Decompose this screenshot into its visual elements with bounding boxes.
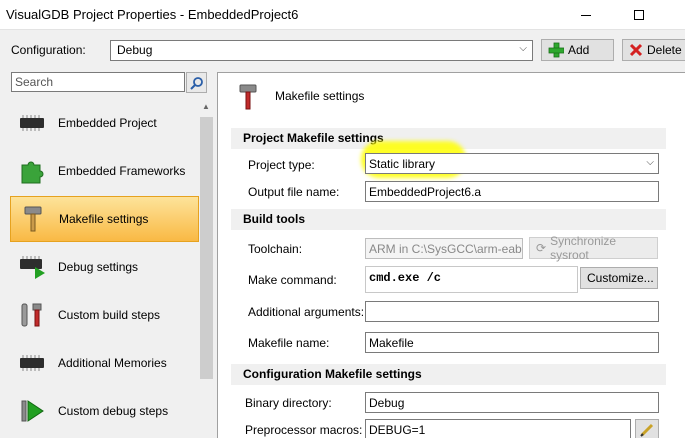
nav-item-label: Custom build steps [58, 308, 161, 322]
nav-item-label: Makefile settings [59, 212, 149, 226]
window-title: VisualGDB Project Properties - EmbeddedP… [6, 7, 299, 22]
nav-item-additional-memories[interactable]: Additional Memories [10, 340, 199, 386]
section-config-makefile: Configuration Makefile settings [231, 364, 666, 385]
settings-panel: Makefile settings Project Makefile setti… [217, 72, 685, 438]
hammer-icon [11, 205, 55, 233]
makefile-name-value: Makefile [369, 336, 414, 350]
additional-args-label: Additional arguments: [248, 305, 365, 319]
puzzle-icon [10, 157, 54, 185]
sync-label: Synchronize sysroot [550, 234, 617, 262]
customize-button[interactable]: Customize... [580, 267, 658, 289]
search-button[interactable] [186, 72, 207, 93]
toolchain-value: ARM in C:\SysGCC\arm-eab [369, 242, 522, 256]
panel-header: Makefile settings [218, 73, 685, 123]
play-icon [10, 397, 54, 425]
settings-nav: Embedded Project Embedded Frameworks Mak… [10, 100, 199, 438]
section-build-tools: Build tools [231, 209, 666, 230]
make-command-value: cmd.exe /c [369, 271, 442, 285]
project-type-label: Project type: [248, 158, 315, 172]
minimize-button[interactable] [563, 0, 609, 30]
toolchain-label: Toolchain: [248, 242, 303, 256]
plus-icon [548, 42, 564, 58]
customize-label: Customize... [587, 271, 654, 285]
toolchain-select[interactable]: ARM in C:\SysGCC\arm-eab [365, 238, 523, 259]
nav-item-embedded-frameworks[interactable]: Embedded Frameworks [10, 148, 199, 194]
maximize-icon [634, 10, 644, 20]
nav-item-label: Custom debug steps [58, 404, 169, 418]
pencil-icon [640, 423, 654, 437]
delete-icon [629, 43, 643, 57]
add-button[interactable]: Add [541, 39, 614, 61]
make-command-input[interactable]: cmd.exe /c [365, 266, 578, 293]
project-type-value: Static library [369, 157, 436, 171]
binary-dir-value: Debug [369, 396, 405, 410]
edit-macros-button[interactable] [635, 419, 659, 438]
delete-label: Delete [647, 43, 682, 57]
output-file-value: EmbeddedProject6.a [369, 185, 482, 199]
search-placeholder: Search [15, 75, 54, 89]
synchronize-sysroot-button[interactable]: ⟳ Synchronize sysroot [529, 234, 658, 262]
chevron-down-icon: ⌵ [519, 43, 527, 54]
search-icon [189, 76, 203, 90]
binary-dir-label: Binary directory: [245, 396, 332, 410]
nav-item-label: Additional Memories [58, 356, 167, 370]
nav-item-makefile-settings[interactable]: Makefile settings [10, 196, 199, 242]
nav-item-debug-settings[interactable]: Debug settings [10, 244, 199, 290]
add-label: Add [568, 43, 590, 57]
nav-item-custom-build-steps[interactable]: Custom build steps [10, 292, 199, 338]
chip-play-icon [10, 255, 54, 279]
panel-title: Makefile settings [275, 89, 365, 103]
configuration-label: Configuration: [11, 43, 86, 57]
search-input[interactable]: Search [11, 72, 185, 92]
scroll-up-icon[interactable]: ▲ [202, 102, 210, 111]
output-file-input[interactable]: EmbeddedProject6.a [365, 181, 659, 202]
project-type-select[interactable]: Static library ⌵ [365, 153, 659, 174]
nav-item-label: Embedded Frameworks [58, 164, 186, 178]
preprocessor-label: Preprocessor macros: [245, 423, 363, 437]
hammer-icon [238, 83, 258, 114]
chip-icon [10, 115, 54, 131]
preprocessor-value: DEBUG=1 [369, 423, 426, 437]
configuration-select[interactable]: Debug ⌵ [110, 40, 533, 61]
makefile-name-label: Makefile name: [248, 336, 330, 350]
nav-scrollbar[interactable]: ▲ [199, 100, 214, 438]
tools-icon [10, 301, 54, 329]
preprocessor-input[interactable]: DEBUG=1 [365, 419, 631, 438]
make-command-label: Make command: [248, 273, 337, 287]
title-bar: VisualGDB Project Properties - EmbeddedP… [0, 0, 685, 30]
chevron-down-icon: ⌵ [646, 157, 654, 168]
nav-item-label: Debug settings [58, 260, 139, 274]
additional-args-input[interactable] [365, 301, 659, 322]
output-file-label: Output file name: [248, 185, 340, 199]
configuration-value: Debug [117, 43, 153, 57]
binary-dir-input[interactable]: Debug [365, 392, 659, 413]
scrollbar-thumb[interactable] [200, 117, 213, 379]
delete-button[interactable]: Delete [622, 39, 685, 61]
sync-icon: ⟳ [536, 241, 547, 255]
nav-item-label: Embedded Project [58, 116, 157, 130]
makefile-name-input[interactable]: Makefile [365, 332, 659, 353]
maximize-button[interactable] [616, 0, 662, 30]
chip-icon [10, 355, 54, 371]
minimize-icon [581, 14, 591, 16]
nav-item-custom-debug-steps[interactable]: Custom debug steps [10, 388, 199, 434]
nav-item-embedded-project[interactable]: Embedded Project [10, 100, 199, 146]
